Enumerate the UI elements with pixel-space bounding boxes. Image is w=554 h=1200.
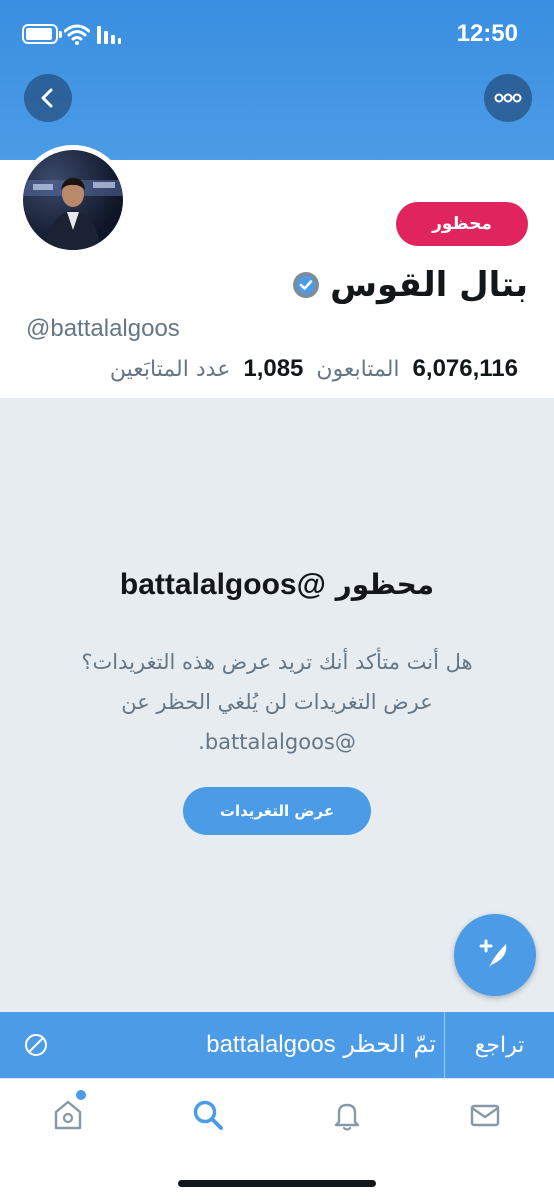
view-tweets-button[interactable]: عرض التغريدات	[183, 787, 371, 835]
profile-stats: 6,076,116 المتابعون 1,085 عدد المتابَعين	[104, 355, 518, 383]
blocked-title: محظور @battalalgoos	[0, 568, 554, 602]
blocked-title-handle: @battalalgoos	[119, 568, 326, 601]
signal-icon	[97, 26, 121, 44]
wifi-icon	[64, 24, 90, 45]
home-indicator	[178, 1180, 376, 1187]
profile-name-row: بتال القوس	[292, 265, 528, 305]
following-label[interactable]: عدد المتابَعين	[110, 357, 230, 382]
avatar[interactable]	[18, 145, 128, 255]
followers-label[interactable]: المتابعون	[316, 357, 399, 382]
toast-message-row: تمّ الحظر battalalgoos	[206, 1030, 436, 1059]
mail-icon	[470, 1104, 500, 1127]
avatar-image	[23, 178, 123, 250]
toast-username: battalalgoos	[206, 1031, 336, 1058]
back-button[interactable]	[24, 74, 72, 122]
chevron-left-icon	[41, 88, 53, 108]
search-icon	[193, 1100, 223, 1130]
tab-messages[interactable]	[465, 1095, 505, 1135]
block-icon	[25, 1034, 47, 1056]
bell-icon	[334, 1103, 360, 1131]
compose-tweet-button[interactable]	[454, 914, 536, 996]
battery-icon	[22, 24, 62, 44]
verified-icon	[293, 272, 320, 298]
home-notification-dot	[76, 1090, 86, 1100]
blocked-title-word: محظور	[335, 568, 435, 601]
profile-handle: @battalalgoos	[26, 315, 180, 342]
tab-home[interactable]	[48, 1095, 88, 1135]
following-count[interactable]: 1,085	[243, 355, 303, 382]
blocked-description: هل أنت متأكد أنك تريد عرض هذه التغريدات؟…	[81, 650, 473, 754]
undo-button[interactable]: تراجع	[445, 1012, 554, 1078]
more-icon	[494, 93, 522, 103]
status-bar: 12:50	[0, 0, 554, 70]
toast-message: تمّ الحظر	[343, 1030, 436, 1058]
more-options-button[interactable]	[484, 74, 532, 122]
status-time: 12:50	[456, 20, 518, 47]
tab-notifications[interactable]	[327, 1095, 367, 1135]
compose-icon	[479, 939, 507, 968]
blocked-button[interactable]: محظور	[396, 202, 528, 246]
profile-name: بتال القوس	[330, 265, 528, 305]
blocked-toast: تمّ الحظر battalalgoos تراجع	[0, 1012, 554, 1078]
home-icon	[54, 1100, 82, 1130]
tab-search[interactable]	[188, 1095, 228, 1135]
followers-count[interactable]: 6,076,116	[413, 355, 518, 382]
